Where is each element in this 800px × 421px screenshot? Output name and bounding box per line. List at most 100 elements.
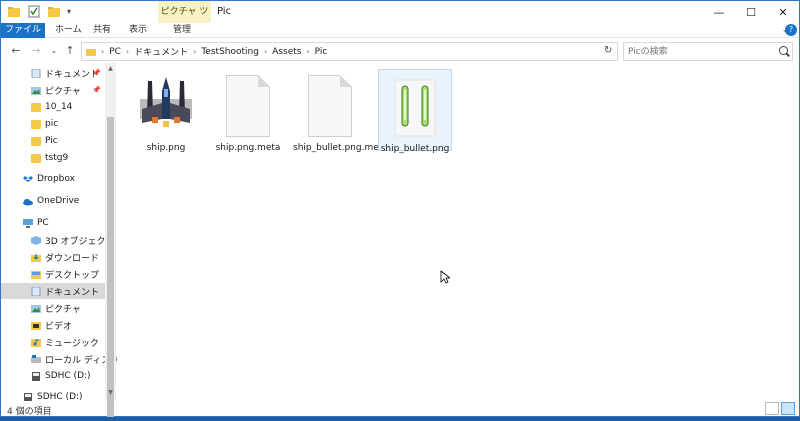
help-icon[interactable]: ?: [785, 24, 797, 36]
tab-view[interactable]: 表示: [129, 23, 147, 38]
nav-item-pictures-pinned[interactable]: ピクチャ 📌: [1, 82, 105, 98]
onedrive-icon: [23, 198, 33, 205]
close-button[interactable]: ✕: [767, 1, 799, 23]
pin-icon[interactable]: 📌: [92, 69, 101, 77]
maximize-button[interactable]: ☐: [735, 1, 767, 23]
search-input[interactable]: [624, 43, 774, 60]
ribbon-tabs: ファイル ホーム 共有 表示 管理 ⌄ ?: [1, 23, 799, 38]
file-item-selected[interactable]: ship_bullet.png: [378, 69, 452, 154]
tab-share[interactable]: 共有: [93, 23, 111, 38]
nav-item-label: ビデオ: [45, 321, 73, 332]
pc-icon: [23, 218, 33, 228]
file-item[interactable]: ship.png: [129, 75, 203, 154]
tab-home[interactable]: ホーム: [55, 23, 82, 38]
breadcrumb-assets[interactable]: Assets: [272, 47, 301, 57]
quick-access-toolbar: ▾: [7, 5, 71, 18]
search-icon[interactable]: [779, 46, 788, 55]
file-item[interactable]: ship.png.meta: [211, 75, 285, 154]
nav-item-folder-pic[interactable]: pic: [1, 116, 105, 132]
folder-icon: [86, 49, 96, 56]
nav-item-pictures[interactable]: ピクチャ: [1, 300, 105, 316]
breadcrumb-pic[interactable]: Pic: [315, 47, 328, 57]
nav-item-folder-pic-upper[interactable]: Pic: [1, 133, 105, 149]
address-row: ← → ⌄ ↑ › PC › ドキュメント › TestShooting › A…: [1, 41, 799, 63]
up-arrow-icon[interactable]: ↑: [63, 44, 77, 58]
quick-access-dropdown-icon[interactable]: ▾: [67, 7, 71, 16]
generic-file-icon: [220, 75, 276, 139]
new-folder-icon[interactable]: [47, 5, 61, 18]
nav-item-sdhc-d[interactable]: SDHC (D:): [1, 368, 105, 384]
desktop-icon: [31, 270, 41, 279]
item-count: 4 個の項目: [7, 407, 52, 417]
forward-arrow-icon[interactable]: →: [29, 44, 43, 58]
large-icons-view-icon[interactable]: [781, 402, 795, 415]
nav-item-label: pic: [45, 119, 59, 129]
scroll-up-icon[interactable]: ▲: [105, 65, 116, 75]
breadcrumb-testshooting[interactable]: TestShooting: [201, 47, 259, 57]
nav-item-downloads[interactable]: ダウンロード: [1, 249, 105, 265]
back-arrow-icon[interactable]: ←: [9, 44, 23, 58]
nav-item-label: Dropbox: [37, 174, 75, 184]
nav-item-videos[interactable]: ビデオ: [1, 317, 105, 333]
details-view-icon[interactable]: [765, 402, 779, 415]
address-bar[interactable]: › PC › ドキュメント › TestShooting › Assets › …: [81, 42, 618, 61]
minimize-button[interactable]: —: [703, 1, 735, 23]
nav-item-desktop[interactable]: デスクトップ: [1, 266, 105, 282]
picture-tools-context-tab: ピクチャ ツール: [158, 1, 211, 39]
nav-item-folder-10-14[interactable]: 10_14: [1, 99, 105, 115]
nav-item-local-disk-c[interactable]: ローカル ディスク (C: [1, 351, 117, 367]
nav-item-documents[interactable]: ドキュメント: [1, 283, 105, 299]
nav-item-pc[interactable]: PC: [1, 215, 105, 231]
file-list: ship.png ship.png.meta ship_bullet.png.m…: [119, 63, 799, 401]
breadcrumb-separator-icon: ›: [263, 47, 268, 56]
nav-item-folder-tstg9[interactable]: tstg9: [1, 150, 105, 166]
search-box[interactable]: [623, 42, 793, 61]
explorer-window: ▾ ピクチャ ツール Pic — ☐ ✕ ファイル ホーム 共有 表示 管理 ⌄…: [0, 0, 800, 417]
videos-icon: [31, 321, 41, 330]
bullet-thumbnail-icon: [387, 76, 443, 140]
file-name: ship_bullet.png.meta: [293, 143, 388, 153]
mouse-cursor-icon: [440, 270, 450, 284]
documents-icon: [31, 68, 41, 78]
pictures-icon: [31, 86, 41, 95]
navigation-pane: ドキュメント 📌 ピクチャ 📌 10_14 pic Pic tstg9 Drop…: [1, 63, 117, 401]
view-switcher: [765, 402, 795, 415]
nav-item-label: SDHC (D:): [37, 392, 83, 401]
recent-locations-icon[interactable]: ⌄: [47, 44, 61, 58]
file-name: ship.png: [146, 143, 186, 153]
breadcrumb-documents[interactable]: ドキュメント: [134, 45, 188, 58]
properties-icon[interactable]: [27, 5, 41, 18]
pictures-icon: [31, 304, 41, 313]
scrollbar-thumb[interactable]: [107, 117, 114, 417]
window-title: Pic: [217, 6, 232, 17]
nav-item-dropbox[interactable]: Dropbox: [1, 171, 105, 187]
tab-file[interactable]: ファイル: [1, 23, 45, 38]
music-icon: [31, 338, 41, 347]
tab-manage[interactable]: 管理: [173, 23, 191, 38]
generic-file-icon: [302, 75, 358, 139]
file-name: ship.png.meta: [215, 143, 281, 153]
nav-item-label: ドキュメント: [45, 287, 100, 298]
folder-icon: [31, 136, 41, 146]
nav-item-label: デスクトップ: [45, 270, 100, 281]
nav-item-music[interactable]: ミュージック: [1, 334, 105, 350]
pin-icon[interactable]: 📌: [92, 86, 101, 94]
nav-item-sdhc-d-root[interactable]: SDHC (D:): [1, 389, 105, 401]
title-bar: ▾ ピクチャ ツール Pic — ☐ ✕: [1, 1, 799, 39]
file-item[interactable]: ship_bullet.png.meta: [293, 75, 388, 154]
folder-icon: [8, 7, 20, 17]
file-name: ship_bullet.png: [380, 144, 450, 154]
scroll-down-icon[interactable]: ▼: [105, 389, 116, 399]
folder-icon: [31, 102, 41, 112]
nav-item-label: SDHC (D:): [45, 371, 91, 381]
refresh-icon[interactable]: ↻: [604, 45, 612, 56]
window-controls: — ☐ ✕: [703, 1, 799, 23]
nav-scrollbar[interactable]: ▲ ▼: [105, 63, 116, 417]
nav-item-3d-objects[interactable]: 3D オブジェクト: [1, 232, 115, 248]
breadcrumb-pc[interactable]: PC: [109, 47, 121, 57]
nav-item-label: ドキュメント: [45, 69, 100, 80]
nav-item-label: PC: [37, 218, 49, 228]
nav-item-documents-pinned[interactable]: ドキュメント 📌: [1, 65, 105, 81]
nav-item-onedrive[interactable]: OneDrive: [1, 193, 105, 209]
status-bar: 4 個の項目: [1, 401, 799, 417]
